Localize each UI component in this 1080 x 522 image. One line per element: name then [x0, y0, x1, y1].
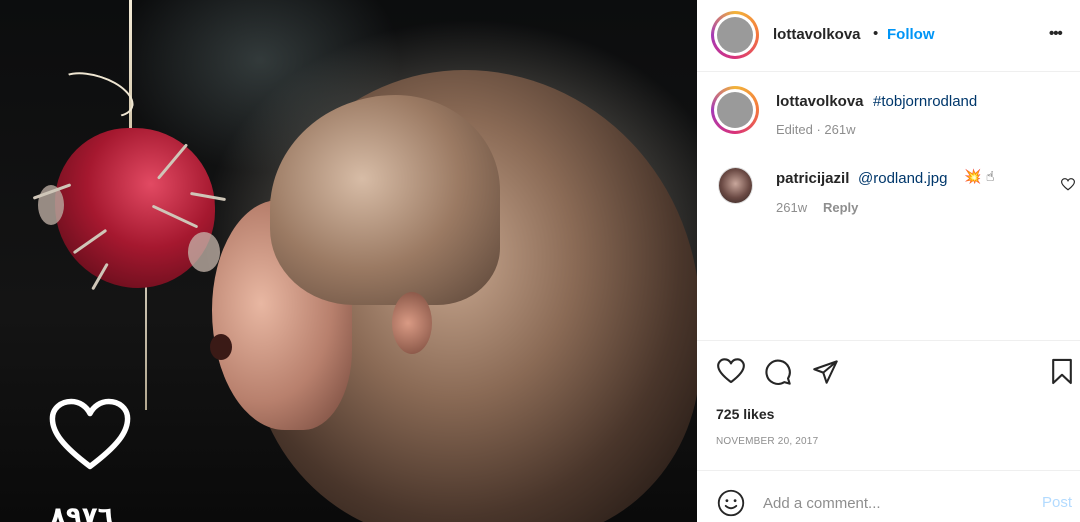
- more-options-icon[interactable]: •••: [1049, 25, 1063, 42]
- apple-disc: [188, 232, 220, 272]
- caption-meta: Edited · 261w: [776, 122, 856, 137]
- like-icon[interactable]: [717, 358, 745, 384]
- heart-icon[interactable]: [49, 398, 131, 470]
- caption-author-username[interactable]: lottavolkova: [776, 93, 864, 110]
- reel-like-count: ٨٩٧٦: [50, 502, 114, 522]
- author-username[interactable]: lottavolkova: [773, 26, 861, 43]
- share-icon[interactable]: [812, 358, 839, 385]
- mouth: [210, 334, 232, 360]
- post-side-panel: lottavolkova • Follow ••• lottavolkova #…: [697, 0, 1080, 522]
- header-separator: •: [873, 25, 879, 42]
- comment-age: 261w: [776, 200, 808, 215]
- actions-divider: [697, 340, 1080, 341]
- post-comment-button[interactable]: Post: [1042, 494, 1072, 511]
- post-header: lottavolkova • Follow •••: [697, 0, 1080, 72]
- caption-author-avatar[interactable]: [711, 86, 759, 134]
- post-photo[interactable]: ٨٩٧٦: [0, 0, 697, 522]
- ear: [392, 292, 432, 354]
- comment-box-divider: [697, 470, 1080, 471]
- comment-reply-button[interactable]: Reply: [823, 200, 858, 215]
- comment-mention[interactable]: @rodland.jpg: [858, 170, 947, 187]
- follow-button[interactable]: Follow: [887, 26, 935, 43]
- author-avatar[interactable]: [711, 11, 759, 59]
- emoji-icon[interactable]: [717, 489, 745, 517]
- comment-emojis: 💥 ☝: [964, 169, 995, 185]
- save-bookmark-icon[interactable]: [1051, 358, 1073, 385]
- add-comment-input[interactable]: [763, 492, 1023, 514]
- hair-front: [270, 95, 500, 305]
- commenter-avatar[interactable]: [718, 167, 753, 204]
- comment-author[interactable]: patricijazil: [776, 170, 849, 187]
- post-date: NOVEMBER 20, 2017: [716, 436, 819, 447]
- comment-icon[interactable]: [764, 358, 792, 386]
- comment-like-icon[interactable]: [1061, 178, 1075, 191]
- likes-count[interactable]: 725 likes: [716, 406, 774, 422]
- string-loop: [50, 63, 140, 127]
- caption-hashtag[interactable]: #tobjornrodland: [873, 93, 977, 110]
